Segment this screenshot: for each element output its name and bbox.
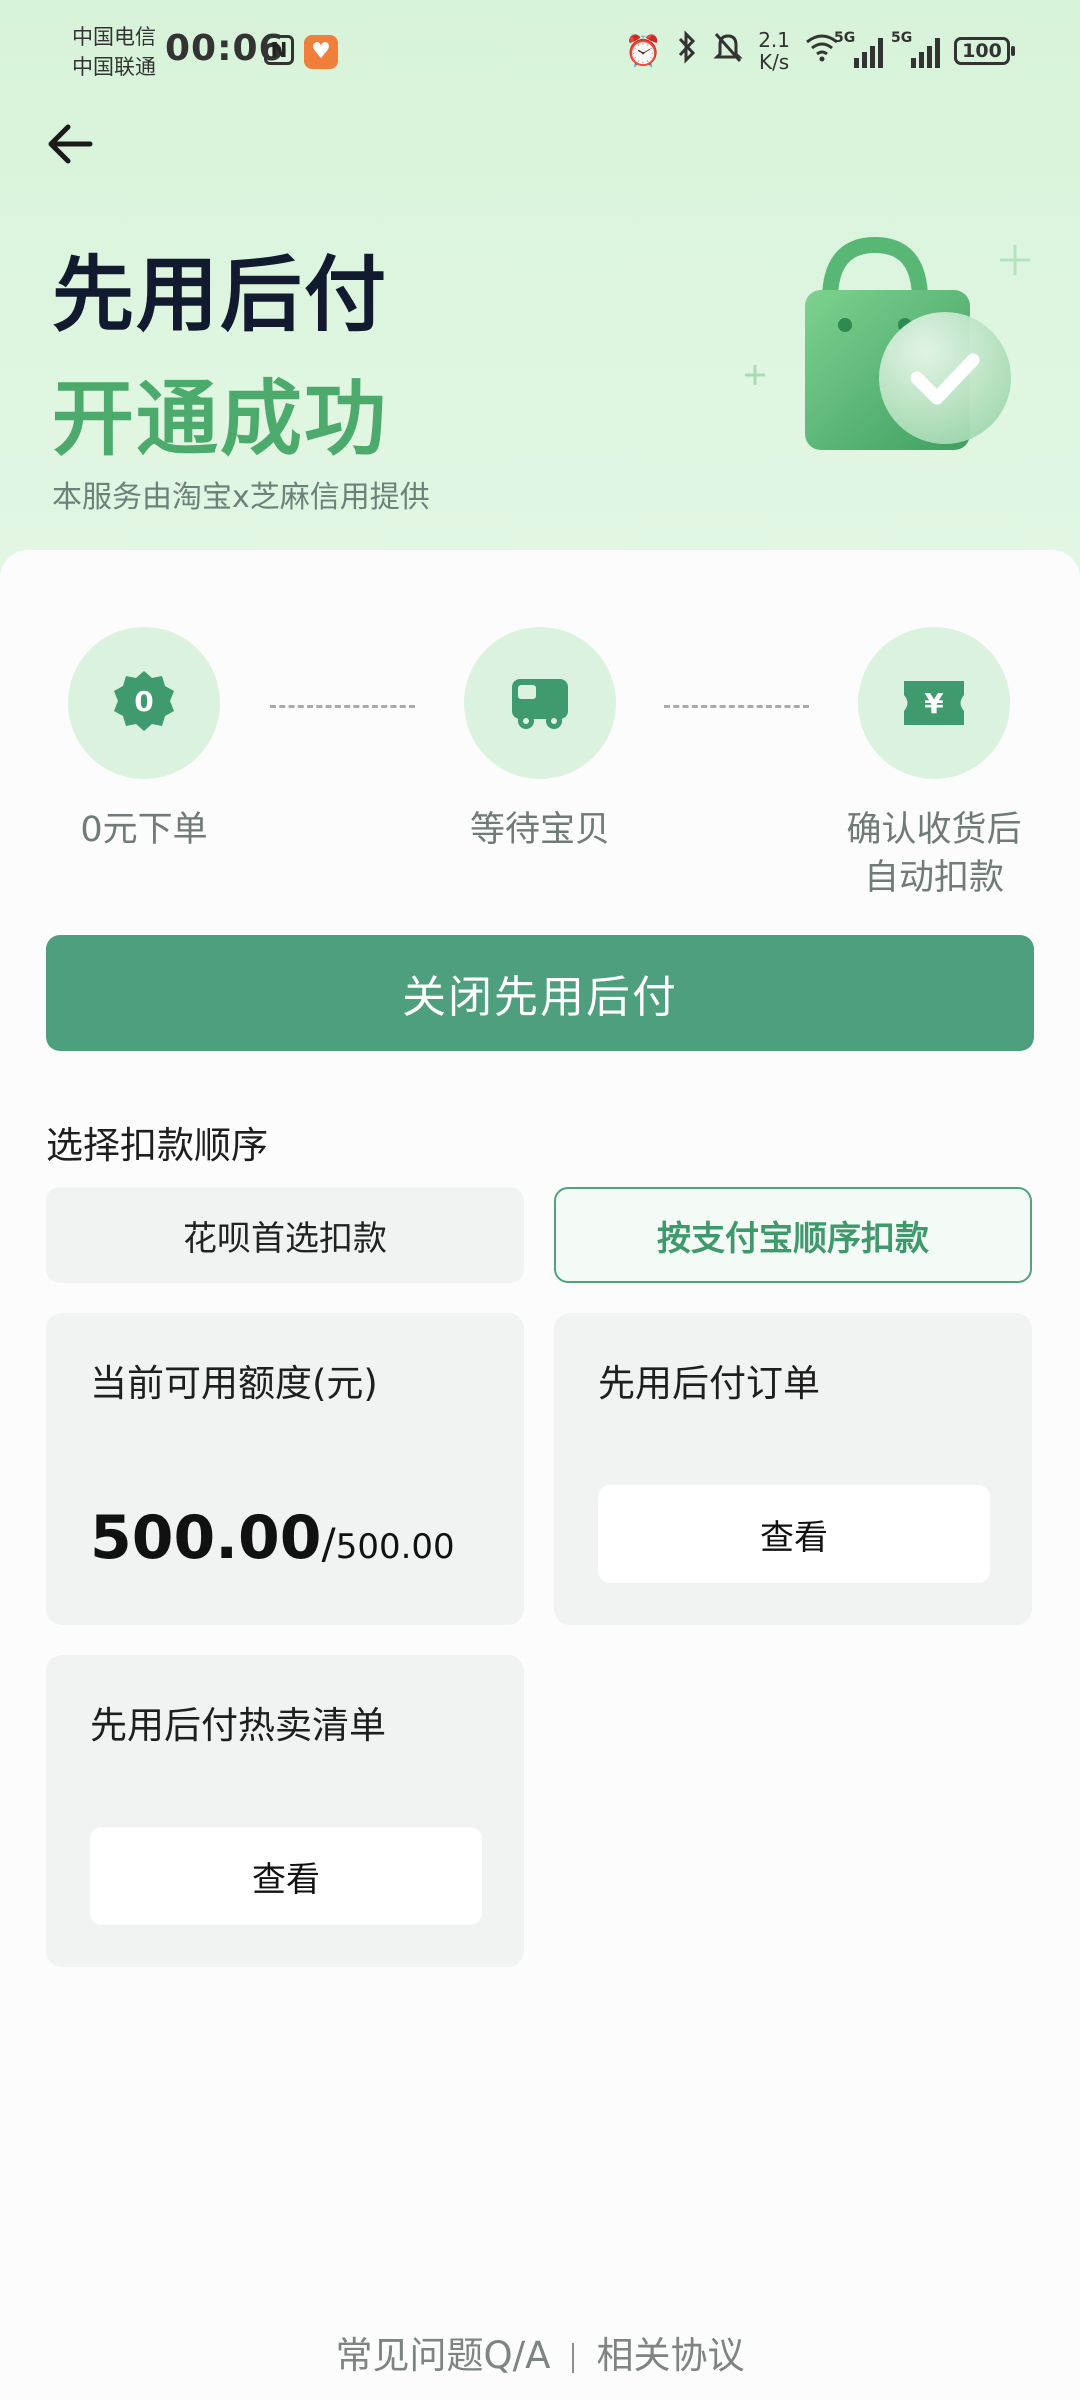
step-label-zero-order: 0元下单	[80, 810, 208, 850]
signal-strength-2-icon: 5G	[891, 30, 940, 68]
step3-badge: ¥	[924, 687, 944, 720]
battery-icon: 100	[954, 37, 1015, 65]
faq-link[interactable]: 常见问题Q/A	[336, 2334, 551, 2377]
orders-panel: 先用后付订单 查看	[554, 1313, 1032, 1625]
step-label-auto-deduct: 确认收货后 自动扣款	[824, 806, 1044, 902]
speed-unit: K/s	[758, 50, 790, 74]
agreement-link[interactable]: 相关协议	[596, 2334, 744, 2377]
credit-amount: 500.00/500.00	[90, 1503, 455, 1573]
bluetooth-icon	[676, 30, 698, 72]
step-label-auto-deduct-line1: 确认收货后	[846, 810, 1022, 850]
back-arrow-icon[interactable]	[40, 112, 104, 176]
credit-panel: 当前可用额度(元) 500.00/500.00	[46, 1313, 524, 1625]
hot-list-view-button[interactable]: 查看	[90, 1827, 482, 1925]
credit-available: 500.00	[90, 1503, 322, 1573]
orders-view-button[interactable]: 查看	[598, 1485, 990, 1583]
step-label-waiting: 等待宝贝	[469, 810, 610, 850]
credit-separator: /	[321, 1519, 336, 1568]
deduction-order-title: 选择扣款顺序	[46, 1124, 268, 1167]
mute-bell-icon	[712, 30, 744, 72]
option-huabei-first[interactable]: 花呗首选扣款	[46, 1187, 524, 1283]
alarm-icon: ⏰	[624, 33, 663, 69]
status-right-icons: ⏰ 2.1 K/s 5G 5G 100	[624, 26, 1015, 76]
close-pay-later-button[interactable]: 关闭先用后付	[46, 935, 1034, 1051]
option-alipay-order[interactable]: 按支付宝顺序扣款	[554, 1187, 1032, 1283]
step-zero-order-icon: 0	[68, 627, 220, 779]
credit-total: 500.00	[335, 1527, 455, 1567]
carrier-1: 中国电信	[72, 25, 156, 49]
footer-links: 常见问题Q/A 相关协议	[0, 2325, 1080, 2379]
hot-list-panel: 先用后付热卖清单 查看	[46, 1655, 524, 1967]
status-bar: 中国电信 中国联通 00:06 N ♥ ⏰ 2.1 K/s 5G 5G 100	[0, 0, 1080, 100]
carrier-info: 中国电信 中国联通	[72, 22, 156, 82]
step1-badge: 0	[134, 685, 153, 718]
step-connector-2	[664, 705, 809, 708]
network-type-1: 5G	[834, 30, 856, 46]
step-truck-icon	[464, 627, 616, 779]
step-payment-ticket-icon: ¥	[858, 627, 1010, 779]
shopping-bag-check-illustration	[735, 220, 1055, 480]
footer-divider	[572, 2342, 575, 2373]
signal-strength-1-icon: 5G	[834, 30, 883, 68]
step-connector-1	[270, 705, 415, 708]
page-title: 先用后付	[52, 248, 389, 343]
app-notification-icon: ♥	[304, 35, 338, 69]
network-speed: 2.1 K/s	[758, 29, 790, 73]
success-title: 开通成功	[52, 372, 389, 467]
carrier-2: 中国联通	[72, 55, 156, 79]
provider-text: 本服务由淘宝x芝麻信用提供	[52, 480, 430, 515]
step-label-auto-deduct-line2: 自动扣款	[863, 858, 1004, 898]
credit-title: 当前可用额度(元)	[90, 1362, 378, 1405]
hot-list-title: 先用后付热卖清单	[90, 1704, 386, 1747]
nfc-icon: N	[264, 35, 294, 65]
network-type-2: 5G	[891, 30, 913, 46]
orders-title: 先用后付订单	[598, 1362, 820, 1405]
speed-value: 2.1	[758, 28, 790, 52]
